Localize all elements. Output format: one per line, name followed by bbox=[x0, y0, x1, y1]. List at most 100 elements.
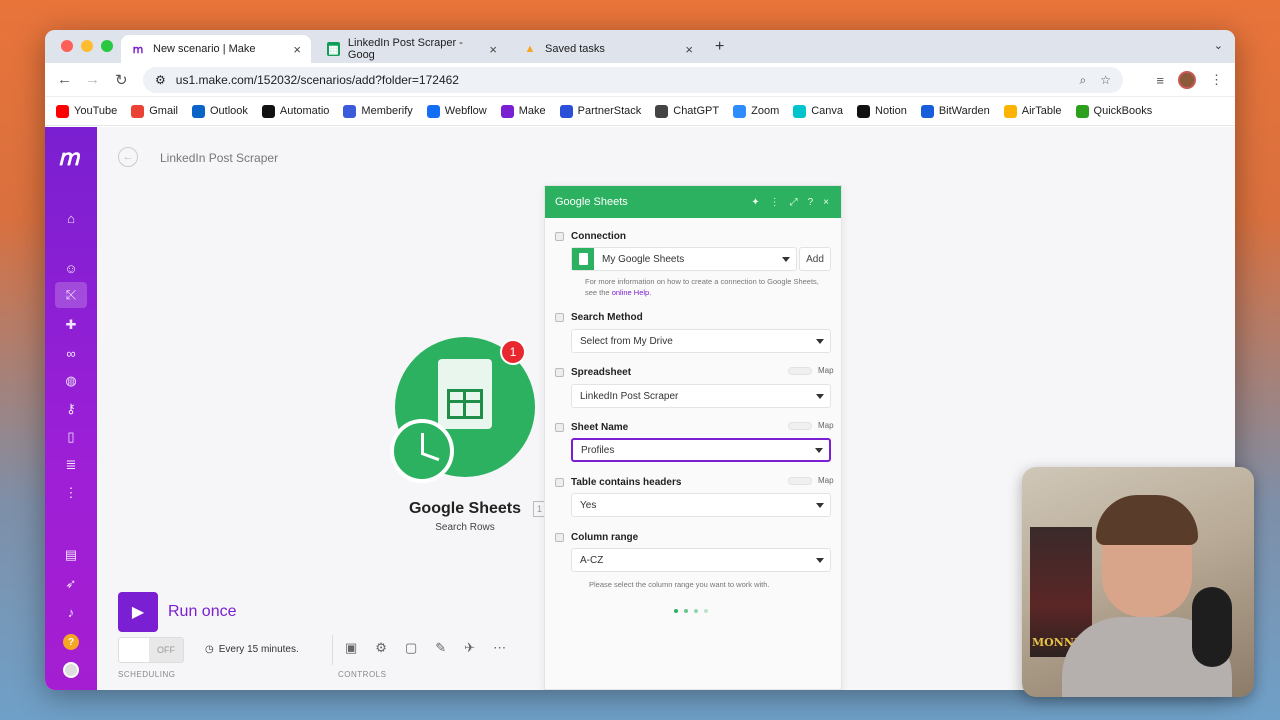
address-bar[interactable]: ⚙ us1.make.com/152032/scenarios/add?fold… bbox=[143, 67, 1123, 93]
tab-saved-tasks[interactable]: ▲ Saved tasks × bbox=[513, 35, 703, 63]
bookmark-quickbooks[interactable]: QuickBooks bbox=[1075, 104, 1152, 118]
connections-icon[interactable]: ∞ bbox=[61, 343, 81, 363]
loading-dots bbox=[674, 609, 708, 613]
reading-list-icon[interactable]: ≡ bbox=[1156, 73, 1164, 88]
home-icon[interactable]: ⌂ bbox=[61, 208, 81, 228]
column-range-label: Column range bbox=[571, 532, 639, 543]
close-tab-icon[interactable]: × bbox=[293, 42, 301, 57]
bookmark-memberify[interactable]: Memberify bbox=[343, 104, 413, 118]
column-range-value: A-CZ bbox=[580, 554, 604, 566]
table-headers-select[interactable]: Yes bbox=[571, 493, 831, 517]
online-help-link[interactable]: online Help bbox=[612, 288, 650, 297]
tab-linkedin-post-scraper[interactable]: ▦ LinkedIn Post Scraper - Goog × bbox=[317, 35, 507, 63]
search-method-select[interactable]: Select from My Drive bbox=[571, 329, 831, 353]
run-once-button[interactable]: ▶ bbox=[118, 592, 158, 632]
add-connection-button[interactable]: Add bbox=[799, 247, 831, 271]
spreadsheet-checkbox[interactable] bbox=[555, 368, 564, 377]
close-tab-icon[interactable]: × bbox=[685, 42, 693, 57]
schedule-setting[interactable]: ◷ Every 15 minutes. bbox=[205, 644, 299, 655]
save-icon[interactable]: ▣ bbox=[345, 640, 357, 656]
notes-icon[interactable]: ▢ bbox=[405, 640, 417, 656]
bookmark-webflow[interactable]: Webflow bbox=[426, 104, 487, 118]
panel-menu-icon[interactable]: ⋮ bbox=[770, 197, 780, 208]
airtable-icon bbox=[1003, 104, 1017, 118]
search-method-checkbox[interactable] bbox=[555, 313, 564, 322]
bookmark-label: Make bbox=[518, 105, 546, 117]
site-settings-icon[interactable]: ⚙ bbox=[155, 73, 166, 87]
connection-select[interactable]: My Google Sheets bbox=[571, 247, 797, 271]
bookmark-zoom[interactable]: Zoom bbox=[733, 104, 779, 118]
back-circle-icon[interactable]: ← bbox=[118, 147, 138, 167]
table-headers-map-toggle[interactable]: Map bbox=[788, 476, 834, 485]
notion-icon bbox=[857, 104, 871, 118]
ai-sparkle-icon[interactable]: ✦ bbox=[751, 197, 759, 208]
bookmark-gmail[interactable]: Gmail bbox=[131, 104, 178, 118]
bookmark-bitwarden[interactable]: BitWarden bbox=[920, 104, 990, 118]
close-window-button[interactable] bbox=[61, 40, 73, 52]
bookmark-outlook[interactable]: Outlook bbox=[191, 104, 248, 118]
profile-avatar[interactable] bbox=[1178, 71, 1196, 89]
team-icon[interactable]: ☺ bbox=[61, 258, 81, 278]
table-headers-checkbox[interactable] bbox=[555, 478, 564, 487]
bookmark-chatgpt[interactable]: ChatGPT bbox=[655, 104, 719, 118]
sheet-name-map-toggle[interactable]: Map bbox=[788, 421, 834, 430]
expand-icon[interactable]: ⤢ bbox=[790, 197, 798, 208]
more-options-icon[interactable]: ⋯ bbox=[493, 640, 506, 656]
column-range-select[interactable]: A-CZ bbox=[571, 548, 831, 572]
scheduling-toggle[interactable]: OFF bbox=[118, 637, 184, 663]
bookmark-partnerstack[interactable]: PartnerStack bbox=[559, 104, 642, 118]
connection-checkbox[interactable] bbox=[555, 232, 564, 241]
forward-arrow-icon[interactable]: → bbox=[85, 71, 100, 88]
more-icon[interactable]: ⋮ bbox=[61, 483, 81, 503]
scheduling-label: SCHEDULING bbox=[118, 670, 176, 679]
back-arrow-icon[interactable]: ← bbox=[57, 71, 72, 88]
make-logo[interactable]: ⅿ bbox=[58, 145, 79, 171]
bookmark-youtube[interactable]: YouTube bbox=[56, 104, 117, 118]
bookmark-airtable[interactable]: AirTable bbox=[1003, 104, 1062, 118]
minimize-window-button[interactable] bbox=[81, 40, 93, 52]
settings-gear-icon[interactable]: ⚙ bbox=[375, 640, 387, 656]
bookmark-make[interactable]: Make bbox=[500, 104, 546, 118]
maximize-window-button[interactable] bbox=[101, 40, 113, 52]
notifications-bell-icon[interactable]: ♪ bbox=[61, 602, 81, 622]
zoom-icon[interactable]: ⌕ bbox=[1080, 73, 1087, 88]
browser-menu-icon[interactable]: ⋮ bbox=[1210, 72, 1223, 88]
sheet-name-select[interactable]: Profiles bbox=[571, 438, 831, 462]
scenario-title[interactable]: LinkedIn Post Scraper bbox=[160, 151, 278, 165]
tab-search-chevron-icon[interactable]: ⌄ bbox=[1214, 39, 1223, 52]
panel-close-icon[interactable]: × bbox=[823, 197, 829, 208]
scenarios-icon[interactable]: ⤪ bbox=[55, 282, 87, 308]
docs-book-icon[interactable]: ▤ bbox=[61, 545, 81, 565]
bookmark-canva[interactable]: Canva bbox=[793, 104, 843, 118]
bookmark-star-icon[interactable]: ☆ bbox=[1100, 73, 1111, 88]
spreadsheet-map-toggle[interactable]: Map bbox=[788, 366, 834, 375]
spreadsheet-select[interactable]: LinkedIn Post Scraper bbox=[571, 384, 831, 408]
webhooks-icon[interactable]: ◍ bbox=[61, 371, 81, 391]
data-stores-icon[interactable]: ≣ bbox=[61, 455, 81, 475]
schedule-clock-icon[interactable] bbox=[390, 419, 454, 483]
bookmark-label: PartnerStack bbox=[577, 105, 642, 117]
map-switch[interactable] bbox=[788, 421, 812, 430]
run-once-label[interactable]: Run once bbox=[168, 603, 237, 621]
tab-new-scenario[interactable]: ⅿ New scenario | Make × bbox=[121, 35, 311, 63]
devices-icon[interactable]: ▯ bbox=[61, 427, 81, 447]
help-icon[interactable]: ? bbox=[63, 634, 79, 650]
map-switch[interactable] bbox=[788, 366, 812, 375]
user-avatar[interactable] bbox=[63, 662, 79, 678]
flow-control-icon[interactable]: ✈ bbox=[464, 640, 475, 656]
magic-wand-icon[interactable]: ✎ bbox=[435, 640, 446, 656]
rocket-icon[interactable]: ➶ bbox=[61, 574, 81, 594]
close-tab-icon[interactable]: × bbox=[489, 42, 497, 57]
bookmark-notion[interactable]: Notion bbox=[857, 104, 907, 118]
templates-icon[interactable]: ✚ bbox=[61, 315, 81, 335]
bookmark-automatio[interactable]: Automatio bbox=[261, 104, 330, 118]
map-switch[interactable] bbox=[788, 476, 812, 485]
column-range-checkbox[interactable] bbox=[555, 533, 564, 542]
new-tab-button[interactable]: + bbox=[715, 38, 724, 56]
panel-help-icon[interactable]: ? bbox=[808, 197, 814, 208]
sheet-name-checkbox[interactable] bbox=[555, 423, 564, 432]
automatio-icon bbox=[261, 104, 275, 118]
bookmark-label: Automatio bbox=[279, 105, 330, 117]
reload-icon[interactable]: ↻ bbox=[115, 71, 128, 89]
keys-icon[interactable]: ⚷ bbox=[61, 399, 81, 419]
